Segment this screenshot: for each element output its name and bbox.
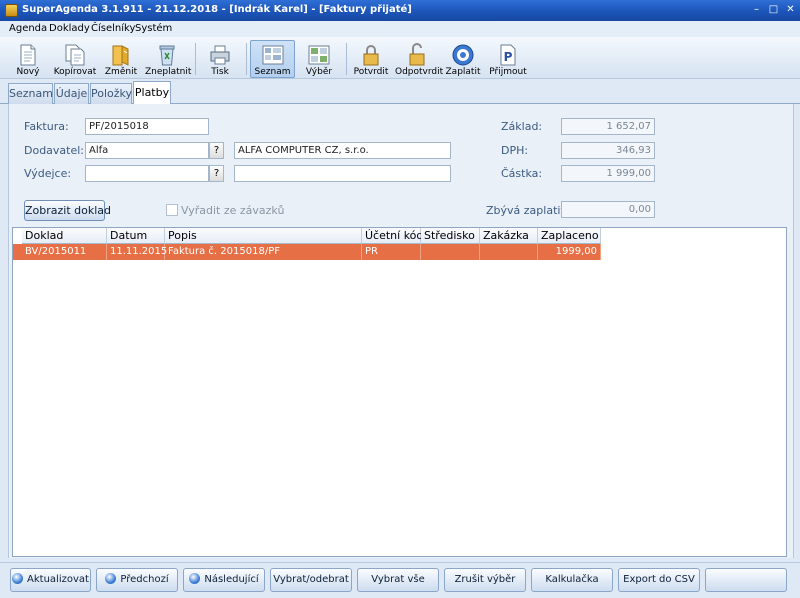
arrow-up-icon [105,573,117,584]
list-view-icon [262,45,283,65]
exclude-checkbox[interactable] [166,204,178,216]
vydejce-name-field[interactable] [234,165,451,182]
table-cell: 1999,00 [538,244,601,260]
previous-button[interactable]: Předchozí [96,568,178,592]
column-header[interactable]: Účetní kód [362,228,423,244]
toolbar-separator [246,43,247,75]
empty-button[interactable] [705,568,787,592]
refresh-button[interactable]: Aktualizovat [10,568,91,592]
selection-icon [308,45,330,65]
table-cell: BV/2015011 [22,244,107,260]
invalidate-button[interactable]: Zneplatnit [144,40,191,78]
column-header[interactable]: Popis [165,228,362,244]
column-header[interactable]: Zakázka [480,228,538,244]
zaklad-label: Základ: [501,120,543,133]
app-icon [5,4,18,17]
export-csv-button[interactable]: Export do CSV [618,568,700,592]
tab-polozky[interactable]: Položky [90,83,132,104]
menu-bar: Agenda Doklady Číselníky Systém [0,21,800,37]
menu-doklady[interactable]: Doklady [49,23,90,34]
dph-field: 346,93 [561,142,655,159]
new-document-icon [20,44,36,66]
printer-icon [210,45,230,65]
menu-agenda[interactable]: Agenda [9,23,47,34]
maximize-button[interactable]: □ [767,4,780,16]
toolbar-separator [346,43,347,75]
faktura-label: Faktura: [24,120,69,133]
calculator-button[interactable]: Kalkulačka [531,568,613,592]
toolbar-separator [195,43,196,75]
lock-icon [363,45,379,66]
zaklad-field: 1 652,07 [561,118,655,135]
minimize-button[interactable]: – [750,4,763,16]
clear-selection-button[interactable]: Zrušit výběr [444,568,526,592]
unlock-icon [409,43,425,66]
vydejce-lookup-button[interactable]: ? [209,165,224,182]
toggle-select-button[interactable]: Vybrat/odebrat [270,568,352,592]
dodavatel-code-field[interactable]: Alfa [85,142,209,159]
unconfirm-button[interactable]: Odpotvrdit [394,40,443,78]
arrow-down-icon [189,573,201,584]
faktura-field[interactable]: PF/2015018 [85,118,209,135]
exclude-label: Vyřadit ze závazků [181,204,285,217]
svg-text:P: P [504,50,513,64]
column-header[interactable]: Zaplaceno [538,228,601,244]
payments-grid[interactable]: Doklad Datum Popis Účetní kód Středisko … [12,227,787,557]
print-button[interactable]: Tisk [199,40,241,78]
dodavatel-label: Dodavatel: [24,144,85,157]
toolbar: Nový Kopírovat Změnit Zneplatnit Tisk Se… [0,37,800,79]
menu-ciselniky[interactable]: Číselníky [91,23,135,34]
tab-udaje[interactable]: Údaje [54,83,89,104]
table-cell: 11.11.2015 [107,244,167,260]
receive-button[interactable]: P Přijmout [486,40,530,78]
remaining-label: Zbývá zaplatit: [486,204,569,217]
bottom-bar: Aktualizovat Předchozí Následující Vybra… [0,562,800,598]
vydejce-label: Výdejce: [24,167,72,180]
column-header[interactable]: Datum [107,228,165,244]
castka-field: 1 999,00 [561,165,655,182]
tab-platby[interactable]: Platby [133,81,171,105]
new-button[interactable]: Nový [6,40,50,78]
title-bar: SuperAgenda 3.1.911 - 21.12.2018 - [Indr… [0,0,800,21]
tab-bar: Seznam Údaje Položky Platby [0,79,800,105]
table-cell: Faktura č. 2015018/PF [165,244,362,260]
copy-icon [65,44,85,66]
disc-icon [452,44,474,66]
table-row[interactable]: BV/2015011 11.11.2015 Faktura č. 2015018… [13,244,601,260]
column-header[interactable]: Doklad [22,228,107,244]
menu-system[interactable]: Systém [135,23,172,34]
tab-seznam[interactable]: Seznam [8,83,53,104]
list-view-button[interactable]: Seznam [250,40,295,78]
dph-label: DPH: [501,144,529,157]
refresh-icon [12,573,24,584]
table-cell: PR [362,244,421,260]
table-cell [421,244,480,260]
recycle-bin-icon [159,45,175,66]
column-header[interactable]: Středisko [421,228,480,244]
edit-button[interactable]: Změnit [100,40,142,78]
table-cell [480,244,538,260]
next-button[interactable]: Následující [183,568,265,592]
dodavatel-lookup-button[interactable]: ? [209,142,224,159]
remaining-field: 0,00 [561,201,655,218]
copy-button[interactable]: Kopírovat [52,40,98,78]
vydejce-code-field[interactable] [85,165,209,182]
receive-icon: P [500,44,516,66]
show-document-button[interactable]: Zobrazit doklad [24,200,111,221]
castka-label: Částka: [501,167,543,180]
folder-edit-icon [112,45,129,66]
confirm-button[interactable]: Potvrdit [350,40,392,78]
window-title: SuperAgenda 3.1.911 - 21.12.2018 - [Indr… [22,4,412,15]
close-button[interactable]: ✕ [784,4,797,16]
select-all-button[interactable]: Vybrat vše [357,568,439,592]
selection-button[interactable]: Výběr [298,40,340,78]
pay-button[interactable]: Zaplatit [442,40,484,78]
dodavatel-name-field[interactable]: ALFA COMPUTER CZ, s.r.o. [234,142,451,159]
